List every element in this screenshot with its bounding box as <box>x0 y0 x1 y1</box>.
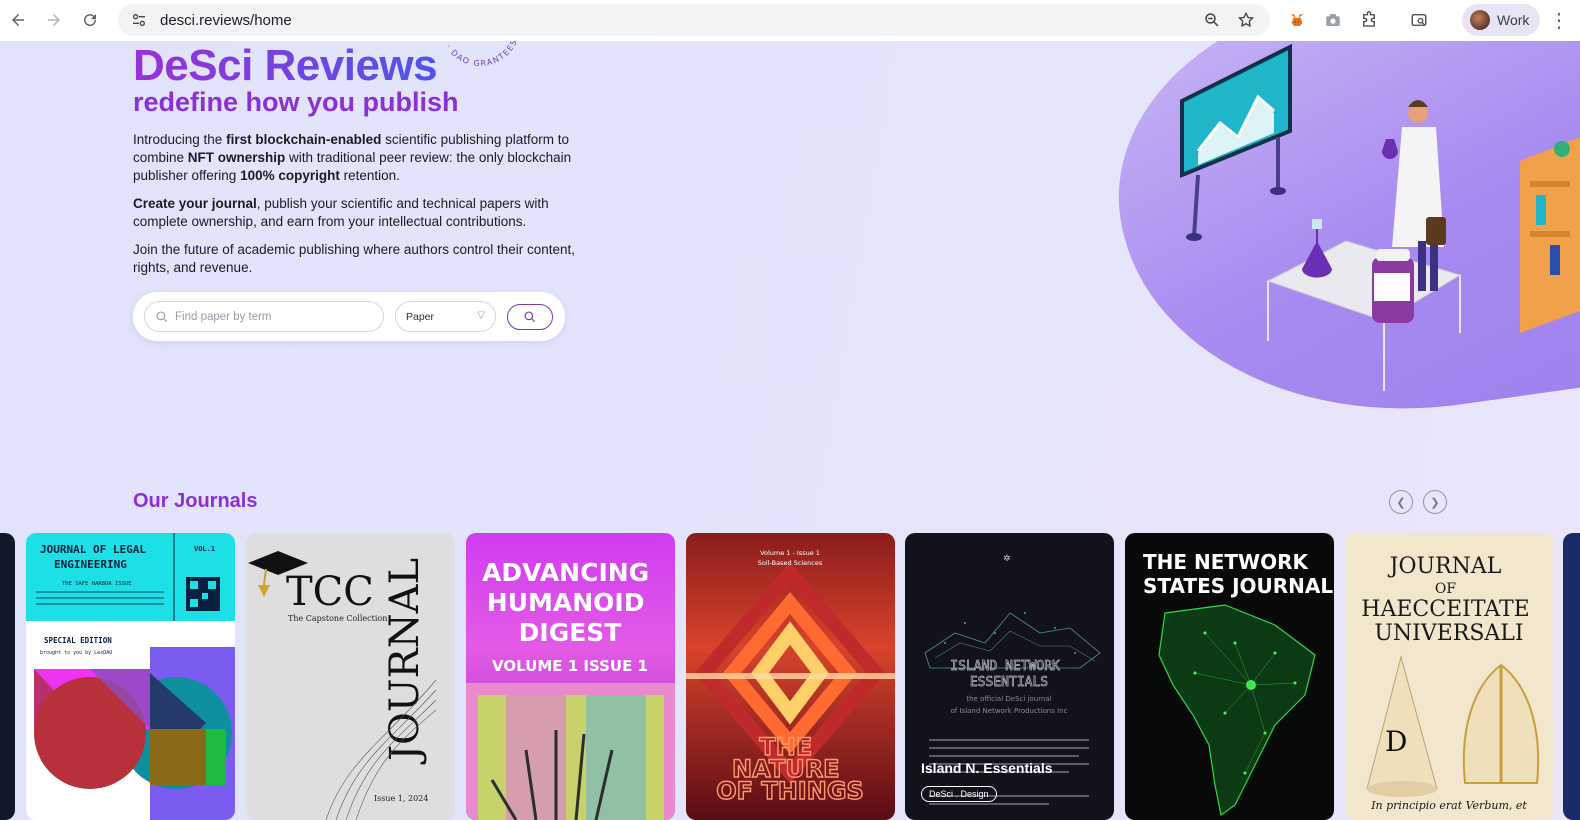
journal-card-partial[interactable] <box>1563 533 1580 820</box>
grantees-stamp-icon: SCI · DAO GRANTEES · <box>438 41 522 68</box>
cover-motto: In principio erat Verbum, et <box>1370 799 1527 812</box>
cover-volume: VOL.1 <box>194 545 215 553</box>
cover-subtitle-island-2: of Island Network Productions Inc <box>951 707 1068 715</box>
page-subtitle: redefine how you publish <box>133 87 459 117</box>
chart-board-icon <box>1180 43 1292 241</box>
carousel-prev-button[interactable]: ❮ <box>1389 490 1413 514</box>
browser-toolbar: desci.reviews/home Work ⋮ <box>0 0 1580 41</box>
cover-title-haecceitate: JOURNAL OF HAECCEITATE UNIVERSALI <box>1361 554 1536 646</box>
back-icon[interactable] <box>0 2 36 38</box>
intro-bold-3: 100% copyright <box>240 168 340 183</box>
intro-bold-1: first blockchain-enabled <box>226 132 382 147</box>
carousel-next-button[interactable]: ❯ <box>1423 490 1447 514</box>
journal-card[interactable]: Volume 1 - Issue 1 Soil-Based Sciences T… <box>686 533 895 820</box>
scientist-illustration <box>1180 43 1580 391</box>
journal-card[interactable]: THE NETWORK STATES JOURNAL <box>1125 533 1334 820</box>
profile-button[interactable]: Work <box>1462 4 1540 36</box>
search-button[interactable] <box>507 304 553 330</box>
camera-icon[interactable] <box>1318 4 1348 36</box>
page-content: SCI · DAO GRANTEES · DeSci Reviews redef… <box>0 41 1580 820</box>
journal-cover-legal-engineering: JOURNAL OF LEGAL ENGINEERING VOL.1 THE S… <box>26 533 235 820</box>
create-journal-paragraph: Create your journal, publish your scient… <box>133 195 593 231</box>
chevron-right-icon: ❯ <box>1430 496 1440 509</box>
journals-section-title: Our Journals <box>133 490 258 512</box>
address-bar[interactable]: desci.reviews/home <box>118 4 1270 36</box>
intro-text-1: Introducing the <box>133 132 227 147</box>
url-text[interactable]: desci.reviews/home <box>160 12 292 29</box>
journal-cover-nature-of-things: Volume 1 - Issue 1 Soil-Based Sciences T… <box>686 549 895 806</box>
stamp-text: SCI · DAO GRANTEES · <box>438 41 520 68</box>
reload-icon[interactable] <box>72 2 108 38</box>
cover-title-network-states: THE NETWORK STATES JOURNAL <box>1143 550 1333 598</box>
journal-cover-island-network: ✲ ISLAND NETWORK ESSENTIALS the official… <box>924 554 1101 805</box>
journal-card-partial[interactable] <box>0 533 15 820</box>
cover-issue-date: Issue 1, 2024 <box>374 794 428 803</box>
journal-card[interactable]: JOURNAL OF HAECCEITATE UNIVERSALI D In p… <box>1345 533 1554 820</box>
cover-subtitle-island: the official DeSci journal <box>966 695 1051 703</box>
intro-text-4: retention. <box>339 168 400 183</box>
cover-letter-d: D <box>1385 725 1407 758</box>
cover-issue-name: THE SAFE HARBOR ISSUE <box>62 581 132 587</box>
chevron-left-icon: ❮ <box>1396 496 1406 509</box>
journal-card[interactable]: ✲ ISLAND NETWORK ESSENTIALS the official… <box>905 533 1114 820</box>
search-icon <box>156 310 168 322</box>
join-paragraph: Join the future of academic publishing w… <box>133 242 576 275</box>
search-input[interactable] <box>175 310 365 323</box>
search-button-icon <box>524 311 536 323</box>
cover-subtitle-tcc: The Capstone Collection <box>288 614 387 623</box>
cover-title-humanoid: ADVANCING HUMANOID DIGEST <box>482 558 658 647</box>
type-select[interactable]: Paper ▽ <box>395 301 496 332</box>
avatar <box>1470 10 1490 30</box>
cover-title-tcc: TCC <box>286 569 374 615</box>
extensions-puzzle-icon[interactable] <box>1354 4 1384 36</box>
cover-brought-by: brought to you by LexDAO <box>40 650 112 656</box>
cover-title-part-2: ENGINEERING <box>54 558 127 571</box>
chevron-down-icon: ▽ <box>477 310 485 321</box>
bookshelf-icon <box>1520 137 1580 333</box>
metamask-fox-icon[interactable] <box>1282 4 1312 36</box>
journals-carousel: JOURNAL OF LEGAL ENGINEERING VOL.1 THE S… <box>0 533 1580 820</box>
journal-card[interactable]: ADVANCING HUMANOID DIGEST VOLUME 1 ISSUE… <box>466 533 675 820</box>
type-select-value: Paper <box>406 310 435 323</box>
cover-title-part-1: JOURNAL OF LEGAL <box>40 543 146 556</box>
cover-title-nature: THE NATURE OF THINGS <box>716 733 864 805</box>
island-logo-icon: ✲ <box>1003 554 1011 564</box>
tab-search-icon[interactable] <box>1404 4 1434 36</box>
journal-cover-humanoid-digest: ADVANCING HUMANOID DIGEST VOLUME 1 ISSUE… <box>466 558 675 820</box>
intro-bold-2: NFT ownership <box>187 150 286 165</box>
cover-volume-humanoid: VOLUME 1 ISSUE 1 <box>492 657 648 675</box>
page-title: DeSci Reviews <box>133 41 438 90</box>
journal-card[interactable]: TCC The Capstone Collection JOURNAL Issu… <box>246 533 455 820</box>
intro-paragraph: Introducing the first blockchain-enabled… <box>133 131 593 185</box>
card-label: Island N. Essentials <box>921 760 1053 776</box>
journal-card[interactable]: JOURNAL OF LEGAL ENGINEERING VOL.1 THE S… <box>26 533 235 820</box>
cover-volume-nature: Volume 1 - Issue 1 <box>760 549 820 557</box>
cover-special-edition: SPECIAL EDITION <box>44 636 112 645</box>
site-settings-icon[interactable] <box>126 7 152 33</box>
cover-title-island: ISLAND NETWORK ESSENTIALS <box>950 659 1067 690</box>
cover-section-nature: Soil-Based Sciences <box>758 559 823 567</box>
card-tag[interactable]: DeSci . Design <box>921 786 997 802</box>
forward-icon[interactable] <box>36 2 72 38</box>
create-journal-bold: Create your journal <box>133 196 257 211</box>
bookmark-star-icon[interactable] <box>1234 8 1258 32</box>
search-card: Paper ▽ <box>133 292 565 341</box>
zoom-icon[interactable] <box>1200 8 1224 32</box>
journal-cover-network-states: THE NETWORK STATES JOURNAL <box>1143 550 1333 817</box>
search-field[interactable] <box>144 301 384 332</box>
journal-cover-tcc: TCC The Capstone Collection JOURNAL Issu… <box>248 551 437 820</box>
browser-menu-icon[interactable]: ⋮ <box>1547 5 1571 35</box>
cover-journal-vertical: JOURNAL <box>382 558 428 765</box>
journal-cover-haecceitate: JOURNAL OF HAECCEITATE UNIVERSALI D In p… <box>1361 554 1540 812</box>
profile-label: Work <box>1497 12 1530 28</box>
svg-text:SCI · DAO GRANTEES ·: SCI · DAO GRANTEES · <box>438 41 522 68</box>
